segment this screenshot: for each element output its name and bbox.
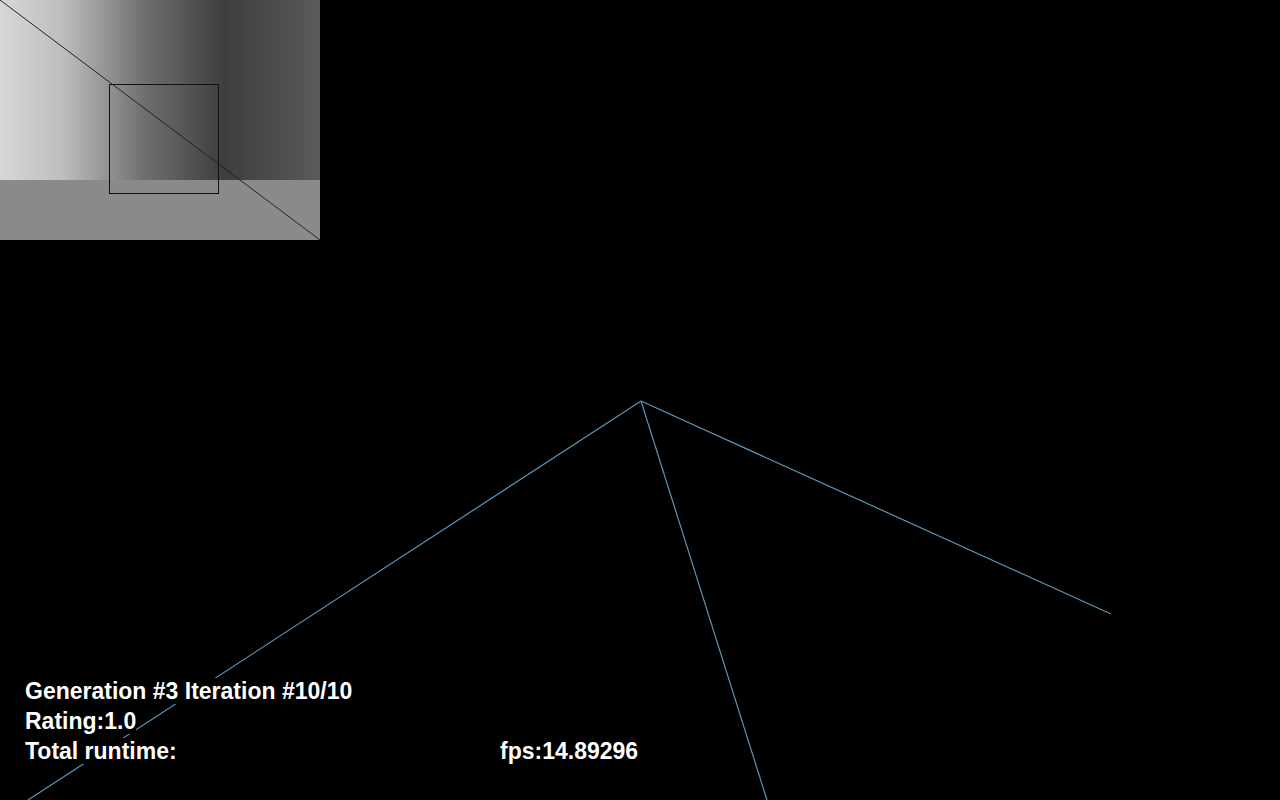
- status-panel: Generation #3 Iteration #10/10 Rating:1.…: [0, 676, 1280, 800]
- face-box: [109, 84, 219, 194]
- rating-label: Rating:1.0: [25, 708, 136, 734]
- fps-label: fps:14.89296: [500, 738, 638, 764]
- runtime-label: Total runtime:: [25, 738, 177, 764]
- camera-view: [0, 0, 320, 240]
- generation-label: Generation #3 Iteration #10/10: [25, 678, 352, 704]
